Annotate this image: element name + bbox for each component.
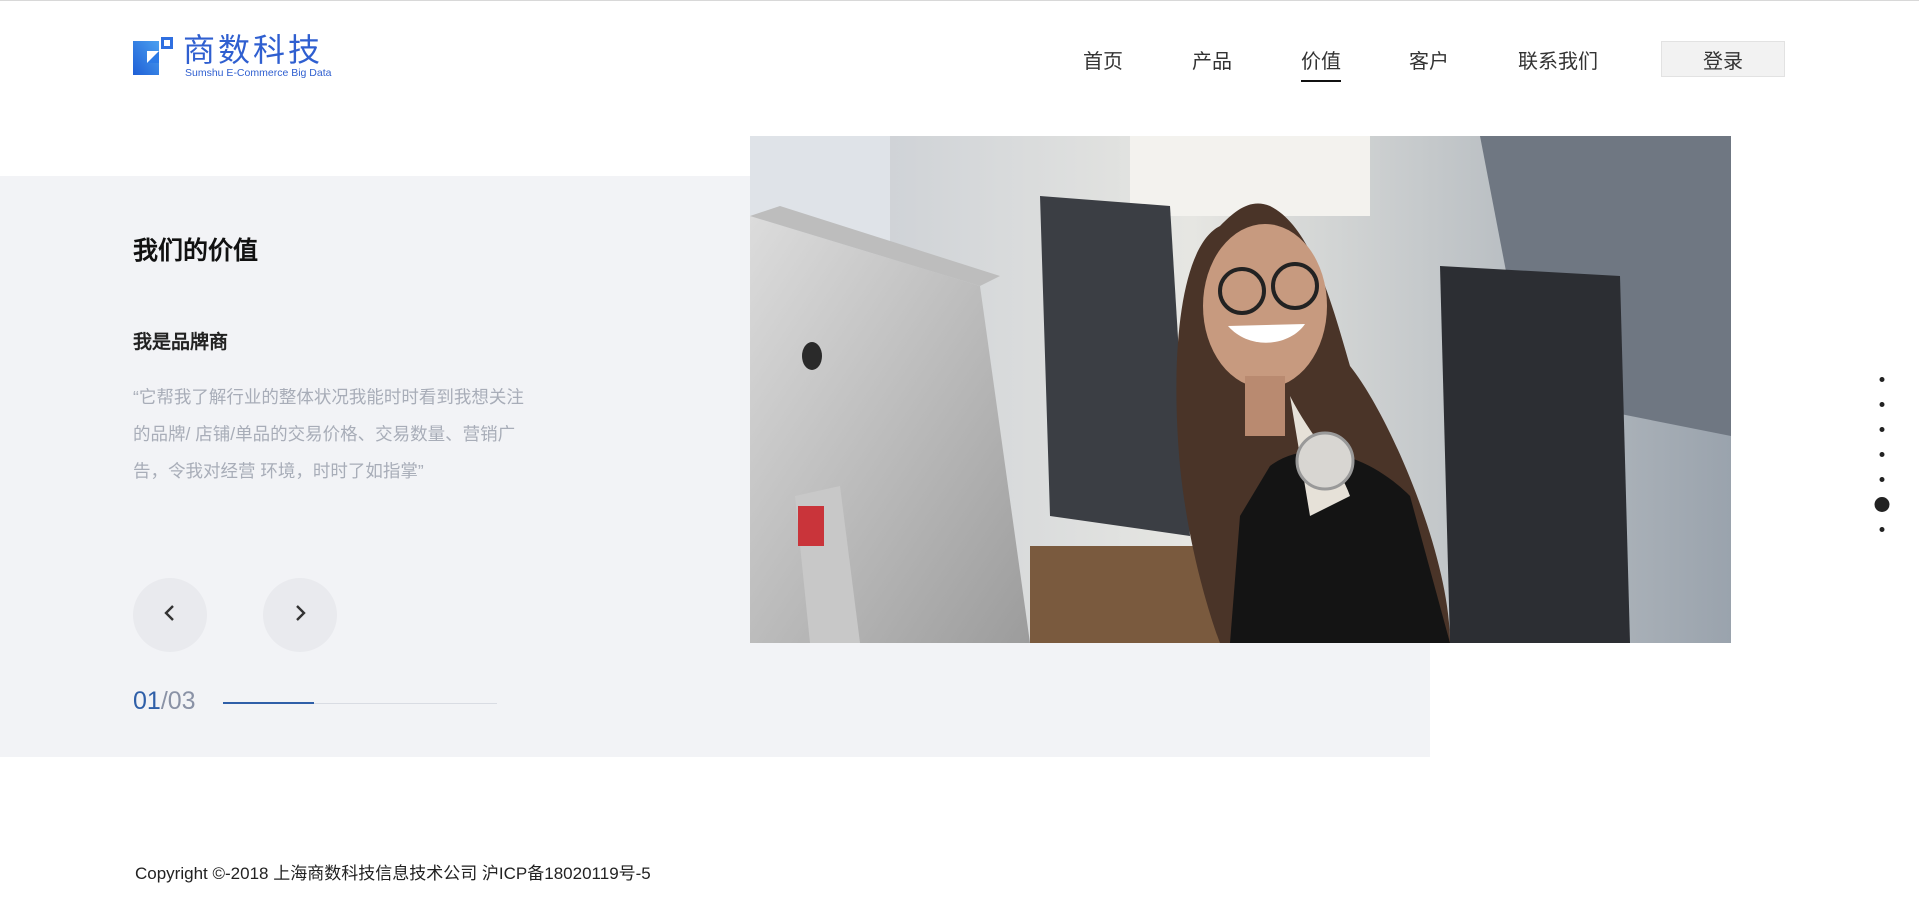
slide-total: 03 <box>167 687 196 715</box>
testimonial-quote: “它帮我了解行业的整体状况我能时时看到我想关注的品牌/ 店铺/单品的交易价格、交… <box>133 387 524 481</box>
slide-current: 01 <box>133 687 161 715</box>
logo-mark-icon <box>133 35 175 77</box>
side-nav-dot[interactable] <box>1879 526 1885 532</box>
chevron-right-icon <box>290 603 310 628</box>
side-nav-dot[interactable] <box>1879 401 1885 407</box>
nav-item-clients[interactable]: 客户 <box>1409 45 1449 74</box>
next-slide-button[interactable] <box>263 578 337 652</box>
nav-item-products[interactable]: 产品 <box>1192 45 1232 74</box>
slide-counter: 01/03 <box>133 687 196 716</box>
slide-separator: / <box>160 687 168 715</box>
nav-item-contact[interactable]: 联系我们 <box>1518 45 1598 74</box>
side-nav-dot[interactable] <box>1879 426 1885 432</box>
logo-text-en: Sumshu E-Commerce Big Data <box>185 67 332 79</box>
prev-slide-button[interactable] <box>133 578 207 652</box>
woman-at-desk-photo <box>750 136 1731 643</box>
footer-copyright: Copyright ©-2018 上海商数科技信息技术公司 沪ICP备18020… <box>135 864 651 883</box>
side-nav-dot-active[interactable] <box>1874 496 1890 512</box>
logo[interactable]: 商数科技 Sumshu E-Commerce Big Data <box>133 33 331 79</box>
nav-item-home[interactable]: 首页 <box>1083 45 1123 74</box>
chevron-left-icon <box>160 603 180 628</box>
side-nav-dot[interactable] <box>1879 451 1885 457</box>
slide-progress-track <box>223 702 497 704</box>
nav-item-value[interactable]: 价值 <box>1301 45 1341 82</box>
section-title: 我们的价值 <box>133 237 259 265</box>
role-title: 我是品牌商 <box>133 332 229 353</box>
logo-text-cn: 商数科技 <box>183 31 324 69</box>
side-nav-dot[interactable] <box>1879 476 1885 482</box>
slide-progress-fill <box>223 702 315 704</box>
side-nav-dot[interactable] <box>1879 376 1885 382</box>
login-button[interactable]: 登录 <box>1661 41 1785 77</box>
